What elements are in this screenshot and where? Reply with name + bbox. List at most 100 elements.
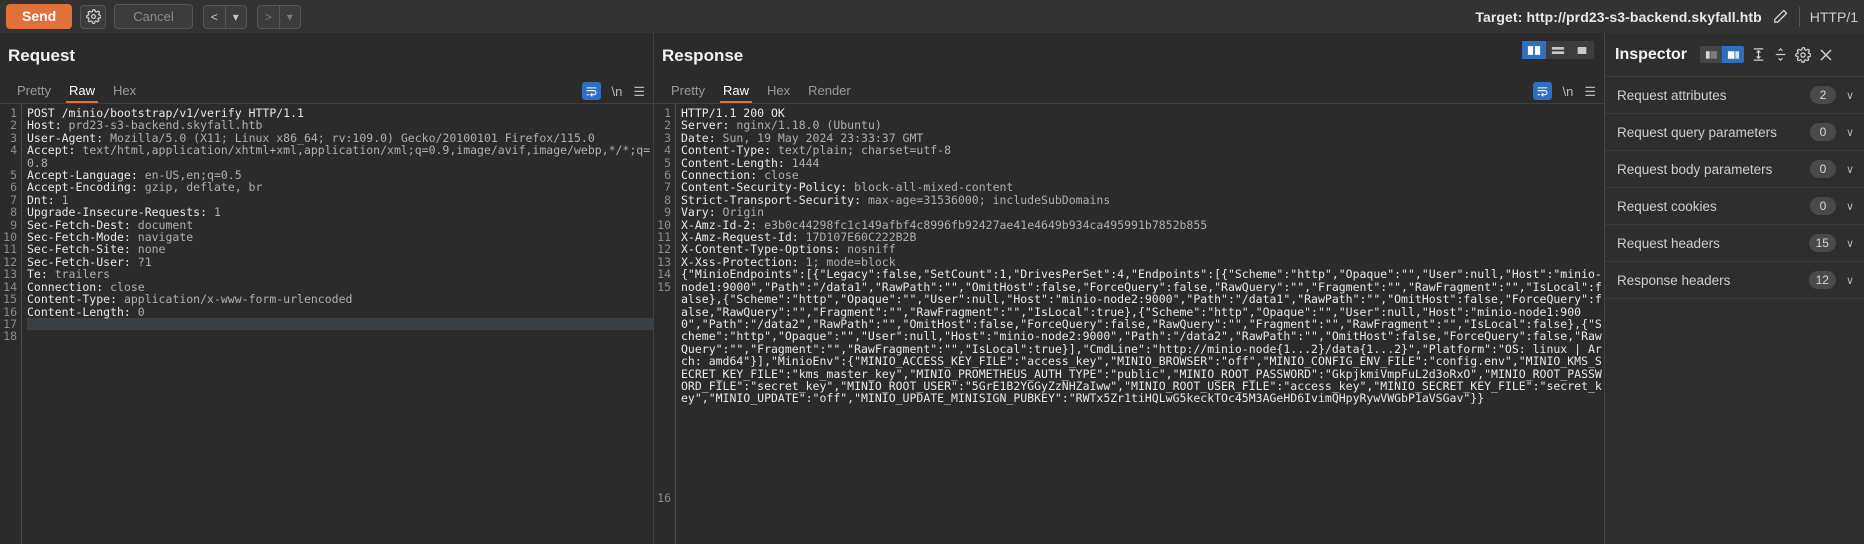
response-title: Response	[662, 46, 744, 65]
line-number: 4	[664, 143, 671, 158]
tab-response-render[interactable]: Render	[799, 83, 860, 103]
inspector-row[interactable]: Request headers 15 ∨	[1605, 225, 1864, 262]
http-version-label: HTTP/1	[1809, 8, 1858, 25]
inspector-row-label: Request query parameters	[1617, 124, 1777, 140]
inspector-row[interactable]: Request body parameters 0 ∨	[1605, 151, 1864, 188]
toolbar: Send Cancel < ▾ > ▾ Target: http://prd23…	[0, 0, 1864, 33]
tab-request-raw[interactable]: Raw	[60, 83, 104, 103]
response-pane: Response Pretty Raw Hex Render \n ☰ 1 2 …	[654, 33, 1604, 544]
tab-response-raw[interactable]: Raw	[714, 83, 758, 103]
inspector-rows: Request attributes 2 ∨ Request query parame…	[1605, 77, 1864, 544]
line-number: 12	[657, 242, 671, 257]
line-number: 2	[10, 118, 17, 133]
chevron-down-icon[interactable]: ∨	[1846, 274, 1854, 287]
response-gutter: 1 2 3 4 5 6 7 8 9 10 11 12 13 14 15 16	[654, 104, 676, 544]
inspector-dock-right-button[interactable]	[1722, 46, 1745, 63]
inspector-dock-toggle	[1700, 46, 1745, 63]
line-number: 6	[10, 180, 17, 195]
pencil-icon[interactable]	[1772, 8, 1789, 25]
tab-request-pretty[interactable]: Pretty	[8, 83, 60, 103]
code-line: Content-Length: 1444	[681, 155, 820, 170]
tab-request-hex[interactable]: Hex	[104, 83, 145, 103]
line-number: 8	[10, 205, 17, 220]
back-nav-group[interactable]: < ▾	[202, 4, 247, 29]
newline-icon[interactable]: \n	[612, 85, 623, 98]
collapse-all-icon[interactable]	[1773, 47, 1788, 62]
response-editor[interactable]: 1 2 3 4 5 6 7 8 9 10 11 12 13 14 15 16 HTTP/1.1 200 OK…	[654, 104, 1604, 544]
request-tabs: Pretty Raw Hex \n ☰	[0, 77, 653, 104]
layout-vertical-split-button[interactable]	[1522, 41, 1546, 59]
line-number: 14	[657, 267, 671, 282]
line-number-blank	[657, 330, 671, 342]
send-button[interactable]: Send	[6, 4, 73, 29]
close-icon[interactable]	[1818, 47, 1834, 63]
request-code[interactable]: POST /minio/bootstrap/v1/verify HTTP/1.1…	[22, 104, 653, 544]
line-number: 11	[3, 242, 17, 257]
request-editor[interactable]: 1234 5 6 7 8 9 10 11 12 13 14 15 16 17 18 POST /minio…	[0, 104, 653, 544]
inspector-row[interactable]: Request cookies 0 ∨	[1605, 188, 1864, 225]
main-area: Request Pretty Raw Hex \n ☰ 1234 5678910…	[0, 33, 1864, 544]
tab-response-pretty[interactable]: Pretty	[662, 83, 714, 103]
chevron-down-icon[interactable]: ∨	[1846, 200, 1854, 213]
menu-icon[interactable]: ☰	[633, 85, 645, 98]
line-number: 9	[664, 205, 671, 220]
inspector-row-label: Request cookies	[1617, 198, 1717, 214]
line-number-blank	[657, 392, 671, 404]
chevron-down-icon[interactable]: ∨	[1846, 163, 1854, 176]
forward-nav-group[interactable]: > ▾	[256, 4, 301, 29]
code-line: Accept-Encoding: gzip, deflate, br	[27, 180, 263, 195]
request-pane: Request Pretty Raw Hex \n ☰ 1234 5678910…	[0, 33, 653, 544]
line-number: 13	[3, 267, 17, 282]
cursor-line	[27, 317, 653, 331]
inspector-row-count: 0	[1809, 123, 1836, 141]
word-wrap-icon[interactable]	[1532, 82, 1552, 100]
forward-button[interactable]: >	[258, 6, 279, 28]
line-number: 2	[664, 118, 671, 133]
request-gutter: 1234 5 6 7 8 9 10 11 12 13 14 15 16 17 18	[0, 104, 22, 544]
back-button[interactable]: <	[204, 6, 225, 28]
back-dropdown-icon[interactable]: ▾	[226, 6, 246, 28]
gear-icon[interactable]	[1795, 46, 1812, 63]
inspector-row-count: 15	[1808, 234, 1836, 252]
forward-dropdown-icon[interactable]: ▾	[280, 6, 300, 28]
response-code[interactable]: HTTP/1.1 200 OK Server: nginx/1.18.0 (Ubu…	[676, 104, 1604, 544]
inspector-row[interactable]: Request attributes 2 ∨	[1605, 77, 1864, 114]
newline-icon[interactable]: \n	[1563, 85, 1574, 98]
toolbar-divider	[1798, 6, 1800, 27]
tab-response-hex[interactable]: Hex	[758, 83, 799, 103]
chevron-down-icon[interactable]: ∨	[1846, 89, 1854, 102]
response-tabs: Pretty Raw Hex Render \n ☰	[654, 77, 1604, 104]
line-number: 4	[10, 143, 17, 158]
expand-all-icon[interactable]	[1751, 47, 1766, 62]
line-number-blank	[657, 355, 671, 367]
burp-repeater-window: Send Cancel < ▾ > ▾ Target: http://prd23…	[0, 0, 1864, 544]
request-tab-icons: \n ☰	[581, 82, 645, 100]
line-number: 16	[657, 490, 671, 505]
chevron-down-icon[interactable]: ∨	[1846, 237, 1854, 250]
line-number: 7	[664, 180, 671, 195]
response-header: Response	[654, 33, 1604, 77]
word-wrap-icon[interactable]	[581, 82, 601, 100]
code-line: {"MinioEndpoints":[{"Legacy":false,"SetC…	[681, 268, 1604, 404]
line-number-blank	[657, 293, 671, 305]
layout-horizontal-split-button[interactable]	[1546, 41, 1570, 59]
inspector-row[interactable]: Request query parameters 0 ∨	[1605, 114, 1864, 151]
inspector-row-count: 12	[1808, 271, 1836, 289]
inspector-row-count: 2	[1809, 86, 1836, 104]
cancel-button[interactable]: Cancel	[114, 4, 193, 29]
line-number: 15	[3, 292, 17, 307]
gear-icon[interactable]	[80, 4, 107, 29]
inspector-header: Inspector	[1605, 33, 1864, 77]
chevron-down-icon[interactable]: ∨	[1846, 126, 1854, 139]
menu-icon[interactable]: ☰	[1584, 85, 1596, 98]
inspector-panel: Inspector Request attributes 2 ∨ Request…	[1604, 33, 1864, 544]
inspector-title: Inspector	[1615, 45, 1688, 63]
target-area: Target: http://prd23-s3-backend.skyfall.…	[1475, 0, 1864, 33]
inspector-dock-left-button[interactable]	[1700, 46, 1723, 63]
response-tab-icons: \n ☰	[1532, 82, 1596, 100]
code-line: Content-Length: 0	[27, 304, 145, 319]
line-number-blank	[657, 417, 671, 429]
inspector-row[interactable]: Response headers 12 ∨	[1605, 262, 1864, 299]
layout-single-pane-button[interactable]	[1570, 41, 1594, 59]
response-body-text: {"MinioEndpoints":[{"Legacy":false,"SetC…	[681, 267, 1602, 406]
